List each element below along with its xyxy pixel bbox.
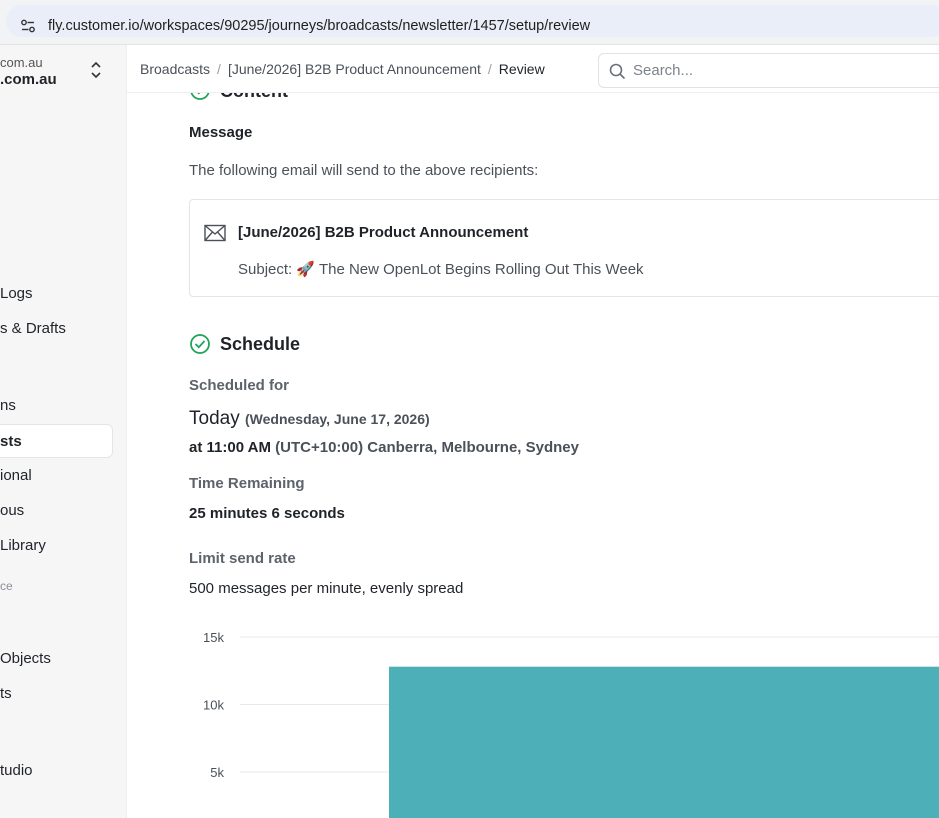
breadcrumb-separator: / <box>487 61 492 77</box>
scheduled-day: Today (Wednesday, June 17, 2026) <box>189 408 430 430</box>
breadcrumb-broadcasts[interactable]: Broadcasts <box>140 61 210 77</box>
scheduled-time-value: at 11:00 AM <box>189 439 271 456</box>
limit-send-rate-label: Limit send rate <box>189 550 296 567</box>
chart-y-tick-label: 15k <box>203 630 224 645</box>
scheduled-day-label: Today <box>189 408 240 429</box>
breadcrumb: Broadcasts / [June/2026] B2B Product Annou… <box>140 61 545 77</box>
sidebar-item-transactional[interactable]: ional <box>0 459 113 493</box>
sidebar-item-ambiguous[interactable]: ous <box>0 494 113 528</box>
email-card[interactable]: [June/2026] B2B Product Announcement Sub… <box>189 199 939 297</box>
sidebar-item-events[interactable]: ts <box>0 677 113 711</box>
sidebar-item-library[interactable]: Library <box>0 529 113 563</box>
workspace-domain: com.au <box>0 55 43 70</box>
scheduled-date: (Wednesday, June 17, 2026) <box>244 411 430 427</box>
sidebar-item-logs[interactable]: Logs <box>0 277 113 311</box>
search-input[interactable]: Search... <box>598 53 939 88</box>
search-placeholder: Search... <box>633 62 694 79</box>
url-text: fly.customer.io/workspaces/90295/journey… <box>48 18 591 34</box>
time-remaining-label: Time Remaining <box>189 475 305 492</box>
chevron-up-down-icon[interactable] <box>89 59 103 81</box>
sidebar-item-broadcasts[interactable]: sts <box>0 424 113 458</box>
send-rate-chart: 15k 10k 5k <box>203 630 939 818</box>
check-circle-icon <box>190 93 210 100</box>
mail-icon <box>204 224 226 242</box>
recipients-intro: The following email will send to the abo… <box>189 162 539 179</box>
sidebar-item-campaigns[interactable]: ns <box>0 389 113 423</box>
chart-bar[interactable] <box>389 666 939 818</box>
main-content: Content Message The following email will… <box>127 93 939 818</box>
site-settings-icon[interactable] <box>20 18 36 34</box>
breadcrumb-separator: / <box>217 61 221 77</box>
limit-send-rate-value: 500 messages per minute, evenly spread <box>189 580 464 597</box>
time-remaining-value: 25 minutes 6 seconds <box>189 505 345 522</box>
sidebar-item-studio[interactable]: tudio <box>0 754 113 788</box>
scheduled-time: at 11:00 AM (UTC+10:00) Canberra, Melbou… <box>189 439 579 456</box>
breadcrumb-current: Review <box>498 61 545 77</box>
message-label: Message <box>189 124 253 141</box>
url-field[interactable]: fly.customer.io/workspaces/90295/journey… <box>6 5 939 37</box>
schedule-section-title: Schedule <box>220 334 301 354</box>
workspace-name[interactable]: .com.au <box>0 71 57 88</box>
sidebar: com.au .com.au Logs s & Drafts ns sts io… <box>0 45 127 818</box>
check-circle-icon <box>190 334 210 354</box>
browser-address-bar: fly.customer.io/workspaces/90295/journey… <box>0 0 939 45</box>
breadcrumb-broadcast-name[interactable]: [June/2026] B2B Product Announcement <box>228 61 481 77</box>
content-section-title: Content <box>220 93 288 102</box>
top-bar: Broadcasts / [June/2026] B2B Product Annou… <box>127 45 939 93</box>
search-icon <box>609 63 626 80</box>
sidebar-section-heading: ce <box>0 579 13 593</box>
scheduled-timezone: (UTC+10:00) Canberra, Melbourne, Sydney <box>275 439 579 456</box>
sidebar-item-objects[interactable]: Objects <box>0 642 113 676</box>
sidebar-item-drafts[interactable]: s & Drafts <box>0 312 113 346</box>
chart-y-tick-label: 5k <box>210 765 224 780</box>
email-subject: Subject: 🚀 The New OpenLot Begins Rollin… <box>238 261 644 278</box>
scheduled-for-label: Scheduled for <box>189 377 290 394</box>
email-name: [June/2026] B2B Product Announcement <box>238 224 529 241</box>
chart-y-tick-label: 10k <box>203 698 224 713</box>
